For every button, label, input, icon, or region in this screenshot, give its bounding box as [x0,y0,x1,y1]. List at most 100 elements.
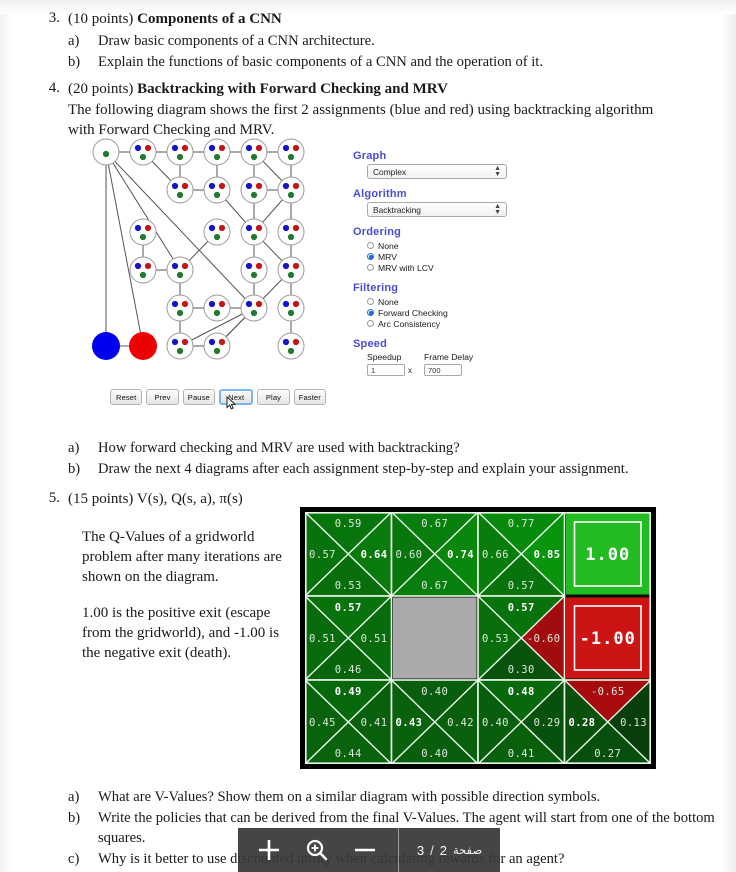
csp-domain-dot-red [292,262,300,270]
frame-delay-input[interactable]: 700 [424,364,462,376]
gridworld-cell: 0.77 0.66 0.85 0.57 [477,512,566,597]
csp-node-circle [129,332,157,360]
csp-node-circle [240,138,268,166]
csp-node-unassigned[interactable] [129,218,157,246]
csp-node-unassigned[interactable] [203,138,231,166]
csp-node-unassigned[interactable] [277,332,305,360]
csp-playback-controls[interactable]: Reset Prev Pause Next Play Faster [110,389,326,409]
csp-node-unassigned[interactable] [277,256,305,284]
csp-domain-dot-red [292,182,300,190]
q-value-down: 0.67 [421,580,448,592]
csp-node-unassigned[interactable] [166,176,194,204]
filtering-option-arc-consistency[interactable]: Arc Consistency [367,318,513,329]
csp-domain-dot-red [218,182,226,190]
ordering-option-none[interactable]: None [367,240,513,251]
csp-node-circle [277,256,305,284]
q-value-down: 0.57 [508,580,535,592]
algorithm-heading: Algorithm [353,188,407,200]
csp-domain-dot-green [250,309,258,317]
faster-button[interactable]: Faster [293,389,326,405]
csp-node-unassigned[interactable] [240,138,268,166]
csp-node-unassigned[interactable] [166,294,194,322]
q-value-down: 0.41 [508,748,535,760]
csp-node-unassigned[interactable] [129,138,157,166]
q-value-up: 0.40 [421,686,448,698]
prev-button[interactable]: Prev [146,389,179,405]
csp-node-circle [277,294,305,322]
reset-button[interactable]: Reset [110,389,143,405]
ordering-option-mrv-lcv[interactable]: MRV with LCV [367,262,513,273]
csp-domain-dot-green [176,191,184,199]
csp-node-unassigned[interactable] [277,176,305,204]
csp-node-assigned[interactable] [92,332,120,360]
csp-domain-dot-blue [208,338,216,346]
csp-node-unassigned[interactable] [240,218,268,246]
csp-domain-dot-red [144,262,152,270]
select-stepper-icon: ▲ ▼ [494,165,501,178]
csp-node-unassigned[interactable] [277,218,305,246]
question-4-body: The following diagram shows the first 2 … [68,101,654,138]
csp-node-unassigned[interactable] [240,256,268,284]
csp-domain-dot-blue [208,224,216,232]
page-indicator[interactable]: صفحة 2 / 3 [399,843,500,858]
csp-node-circle [129,256,157,284]
csp-domain-dot-blue [171,262,179,270]
csp-node-circle [277,138,305,166]
csp-node-circle [92,332,120,360]
ordering-heading: Ordering [353,226,402,238]
question-5-description: The Q-Values of a gridworld problem afte… [82,527,292,664]
q-value-up: 0.48 [508,686,535,698]
csp-node-unassigned[interactable] [166,256,194,284]
csp-domain-dot-green [250,271,258,279]
csp-node-unassigned[interactable] [277,138,305,166]
pdf-viewer-toolbar[interactable]: صفحة 2 / 3 [238,828,500,872]
minus-icon[interactable] [352,837,378,863]
question-3-number: 3. [48,10,60,26]
plus-icon[interactable] [256,837,282,863]
ordering-option-label: None [378,240,399,251]
csp-node-unassigned[interactable] [203,218,231,246]
csp-node-unassigned[interactable] [92,138,120,166]
filtering-option-none[interactable]: None [367,296,513,307]
csp-node-unassigned[interactable] [166,138,194,166]
csp-node-unassigned[interactable] [203,294,231,322]
q-value-left: 0.45 [309,717,336,729]
question-4-item-b: b) Draw the next 4 diagrams after each a… [68,459,708,480]
csp-node-unassigned[interactable] [166,332,194,360]
csp-domain-dot-red [255,300,263,308]
csp-node-circle [166,138,194,166]
csp-domain-dot-green [287,347,295,355]
csp-node-unassigned[interactable] [277,294,305,322]
csp-domain-dot-green [176,271,184,279]
item-label: a) [68,789,80,805]
positive-terminal-value: 1.00 [585,545,630,565]
question-3: 3. (10 points) Components of a CNN a) Dr… [34,10,694,72]
graph-select[interactable]: Complex ▲ ▼ [367,164,507,179]
csp-node-unassigned[interactable] [240,294,268,322]
csp-domain-dot-red [218,144,226,152]
csp-node-unassigned[interactable] [203,332,231,360]
csp-node-circle [240,218,268,246]
csp-domain-dot-red [144,144,152,152]
ordering-option-label: MRV with LCV [378,262,434,273]
algorithm-group: Algorithm Backtracking ▲ ▼ [353,188,513,217]
csp-domain-dot-green [176,153,184,161]
mouse-cursor-icon [226,396,237,410]
ordering-option-mrv[interactable]: MRV [367,251,513,262]
play-button[interactable]: Play [257,389,290,405]
q-value-right: 0.85 [534,549,561,561]
filtering-option-label: Forward Checking [378,307,448,318]
filtering-option-label: Arc Consistency [378,318,441,329]
csp-node-unassigned[interactable] [203,176,231,204]
algorithm-select[interactable]: Backtracking ▲ ▼ [367,202,507,217]
radio-icon-selected [367,309,374,316]
csp-node-unassigned[interactable] [240,176,268,204]
ordering-option-label: MRV [378,251,397,262]
pause-button[interactable]: Pause [182,389,215,405]
filtering-option-forward-checking[interactable]: Forward Checking [367,307,513,318]
q-value-down: 0.27 [594,748,621,760]
csp-node-unassigned[interactable] [129,256,157,284]
magnifier-icon[interactable] [304,837,330,863]
csp-node-assigned[interactable] [129,332,157,360]
speedup-input[interactable]: 1 [367,364,405,376]
